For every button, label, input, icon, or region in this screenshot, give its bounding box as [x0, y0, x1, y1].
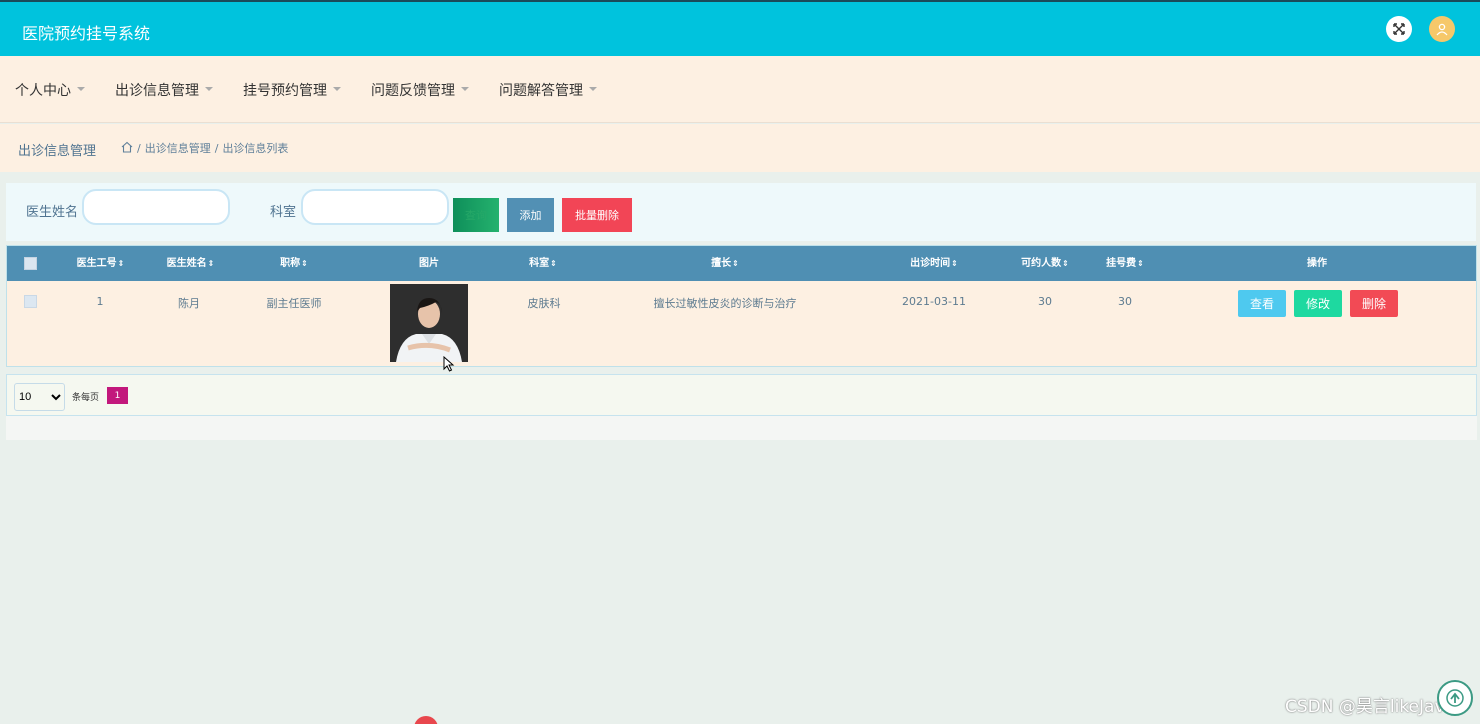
- sort-icon: ⇕: [207, 259, 215, 268]
- breadcrumb-separator: /: [137, 141, 141, 155]
- cell-specialty: 擅长过敏性皮炎的诊断与治疗: [653, 297, 797, 310]
- fullscreen-icon[interactable]: [1386, 16, 1412, 42]
- column-header-actions: 操作: [1292, 246, 1342, 281]
- cell-department: 皮肤科: [527, 297, 561, 310]
- breadcrumb-separator: /: [214, 141, 219, 155]
- select-all-checkbox[interactable]: [24, 257, 37, 270]
- column-header-label: 可约人数: [1021, 258, 1062, 269]
- menu-item-label: 个人中心: [15, 83, 71, 99]
- column-header-label: 图片: [419, 258, 439, 269]
- column-header-department[interactable]: 科室⇕: [513, 246, 573, 281]
- caret-down-icon: [333, 87, 341, 91]
- sort-icon: ⇕: [550, 259, 557, 268]
- table-header: 医生工号⇕ 医生姓名⇕ 职称⇕ 图片 科室⇕ 擅长⇕ 出诊时间⇕ 可约人数⇕ 挂…: [7, 246, 1476, 281]
- doctor-name-input[interactable]: [82, 189, 230, 225]
- column-header-visit-date[interactable]: 出诊时间⇕: [894, 246, 974, 281]
- sort-icon: ⇕: [732, 259, 739, 268]
- add-button[interactable]: 添加: [507, 198, 554, 232]
- menu-item-label: 问题反馈管理: [371, 83, 455, 99]
- sort-icon: ⇕: [1137, 259, 1144, 268]
- breadcrumb-item[interactable]: 出诊信息管理: [145, 140, 211, 156]
- column-header-label: 医生工号: [76, 258, 117, 269]
- menu-item-personal-center[interactable]: 个人中心: [15, 80, 85, 100]
- column-header-label: 挂号费: [1106, 258, 1137, 269]
- delete-button[interactable]: 删除: [1350, 290, 1398, 317]
- batch-delete-button[interactable]: 批量删除: [562, 198, 632, 232]
- sort-icon: ⇕: [301, 259, 308, 268]
- caret-down-icon: [589, 87, 597, 91]
- floating-dot: [414, 716, 438, 724]
- page-size-select[interactable]: 10: [14, 383, 65, 411]
- content-footer-strip: [6, 416, 1477, 440]
- column-header-label: 操作: [1307, 258, 1327, 269]
- search-form: 医生姓名 科室 查询 添加 批量删除: [6, 183, 1476, 241]
- caret-down-icon: [77, 87, 85, 91]
- column-header-label: 出诊时间: [910, 258, 951, 269]
- user-icon[interactable]: [1429, 16, 1455, 42]
- breadcrumb: / 出诊信息管理 / 出诊信息列表: [121, 140, 288, 156]
- page-title: 出诊信息管理: [18, 144, 97, 159]
- cell-doctor-id: 1: [96, 295, 104, 308]
- app-title: 医院预约挂号系统: [22, 24, 151, 43]
- sort-icon: ⇕: [951, 259, 958, 268]
- cell-title: 副主任医师: [266, 297, 322, 310]
- department-input[interactable]: [301, 189, 449, 225]
- menu-item-label: 挂号预约管理: [243, 83, 327, 99]
- doctor-name-label: 医生姓名: [26, 205, 79, 220]
- column-header-doctor-name[interactable]: 医生姓名⇕: [153, 246, 228, 281]
- edit-button[interactable]: 修改: [1294, 290, 1342, 317]
- watermark: CSDN @昊言likeJava: [1285, 697, 1455, 717]
- menu-item-visit-info[interactable]: 出诊信息管理: [115, 80, 213, 100]
- breadcrumb-item: 出诊信息列表: [222, 142, 289, 155]
- breadcrumb-bar: 出诊信息管理 / 出诊信息管理 / 出诊信息列表: [0, 124, 1480, 172]
- view-button[interactable]: 查看: [1238, 290, 1286, 317]
- column-header-title[interactable]: 职称⇕: [264, 246, 324, 281]
- menu-item-label: 问题解答管理: [499, 83, 583, 99]
- department-label: 科室: [270, 205, 297, 220]
- column-header-doctor-id[interactable]: 医生工号⇕: [63, 246, 138, 281]
- column-header-label: 医生姓名: [166, 258, 207, 269]
- cell-visit-date: 2021-03-11: [902, 295, 966, 308]
- menu-item-feedback[interactable]: 问题反馈管理: [371, 80, 469, 100]
- caret-down-icon: [461, 87, 469, 91]
- per-page-label: 条每页: [72, 393, 100, 403]
- main-menu: 个人中心 出诊信息管理 挂号预约管理 问题反馈管理 问题解答管理: [0, 56, 1480, 123]
- mouse-cursor-icon: [443, 355, 455, 376]
- menu-item-answers[interactable]: 问题解答管理: [499, 80, 597, 100]
- menu-item-label: 出诊信息管理: [115, 83, 199, 99]
- doctor-photo: [390, 284, 468, 362]
- column-header-label: 科室: [529, 258, 550, 269]
- column-header-label: 擅长: [711, 258, 732, 269]
- sort-icon: ⇕: [1062, 259, 1069, 268]
- search-button[interactable]: 查询: [453, 198, 499, 232]
- column-header-specialty[interactable]: 擅长⇕: [695, 246, 755, 281]
- caret-down-icon: [205, 87, 213, 91]
- column-header-available[interactable]: 可约人数⇕: [1005, 246, 1085, 281]
- menu-item-appointment[interactable]: 挂号预约管理: [243, 80, 341, 100]
- back-to-top-icon[interactable]: [1437, 680, 1473, 716]
- cell-available: 30: [1038, 295, 1052, 308]
- row-checkbox[interactable]: [24, 295, 37, 308]
- home-icon[interactable]: [121, 141, 133, 156]
- pagination: 10 条每页 1: [6, 374, 1477, 416]
- cell-doctor-name: 陈月: [178, 297, 200, 310]
- page-button-current[interactable]: 1: [107, 387, 128, 404]
- top-header: 医院预约挂号系统: [0, 0, 1480, 56]
- column-header-photo: 图片: [404, 246, 454, 281]
- column-header-label: 职称: [280, 258, 301, 269]
- cell-fee: 30: [1118, 295, 1132, 308]
- column-header-fee[interactable]: 挂号费⇕: [1090, 246, 1160, 281]
- data-table: 医生工号⇕ 医生姓名⇕ 职称⇕ 图片 科室⇕ 擅长⇕ 出诊时间⇕ 可约人数⇕ 挂…: [6, 245, 1477, 367]
- sort-icon: ⇕: [117, 259, 125, 268]
